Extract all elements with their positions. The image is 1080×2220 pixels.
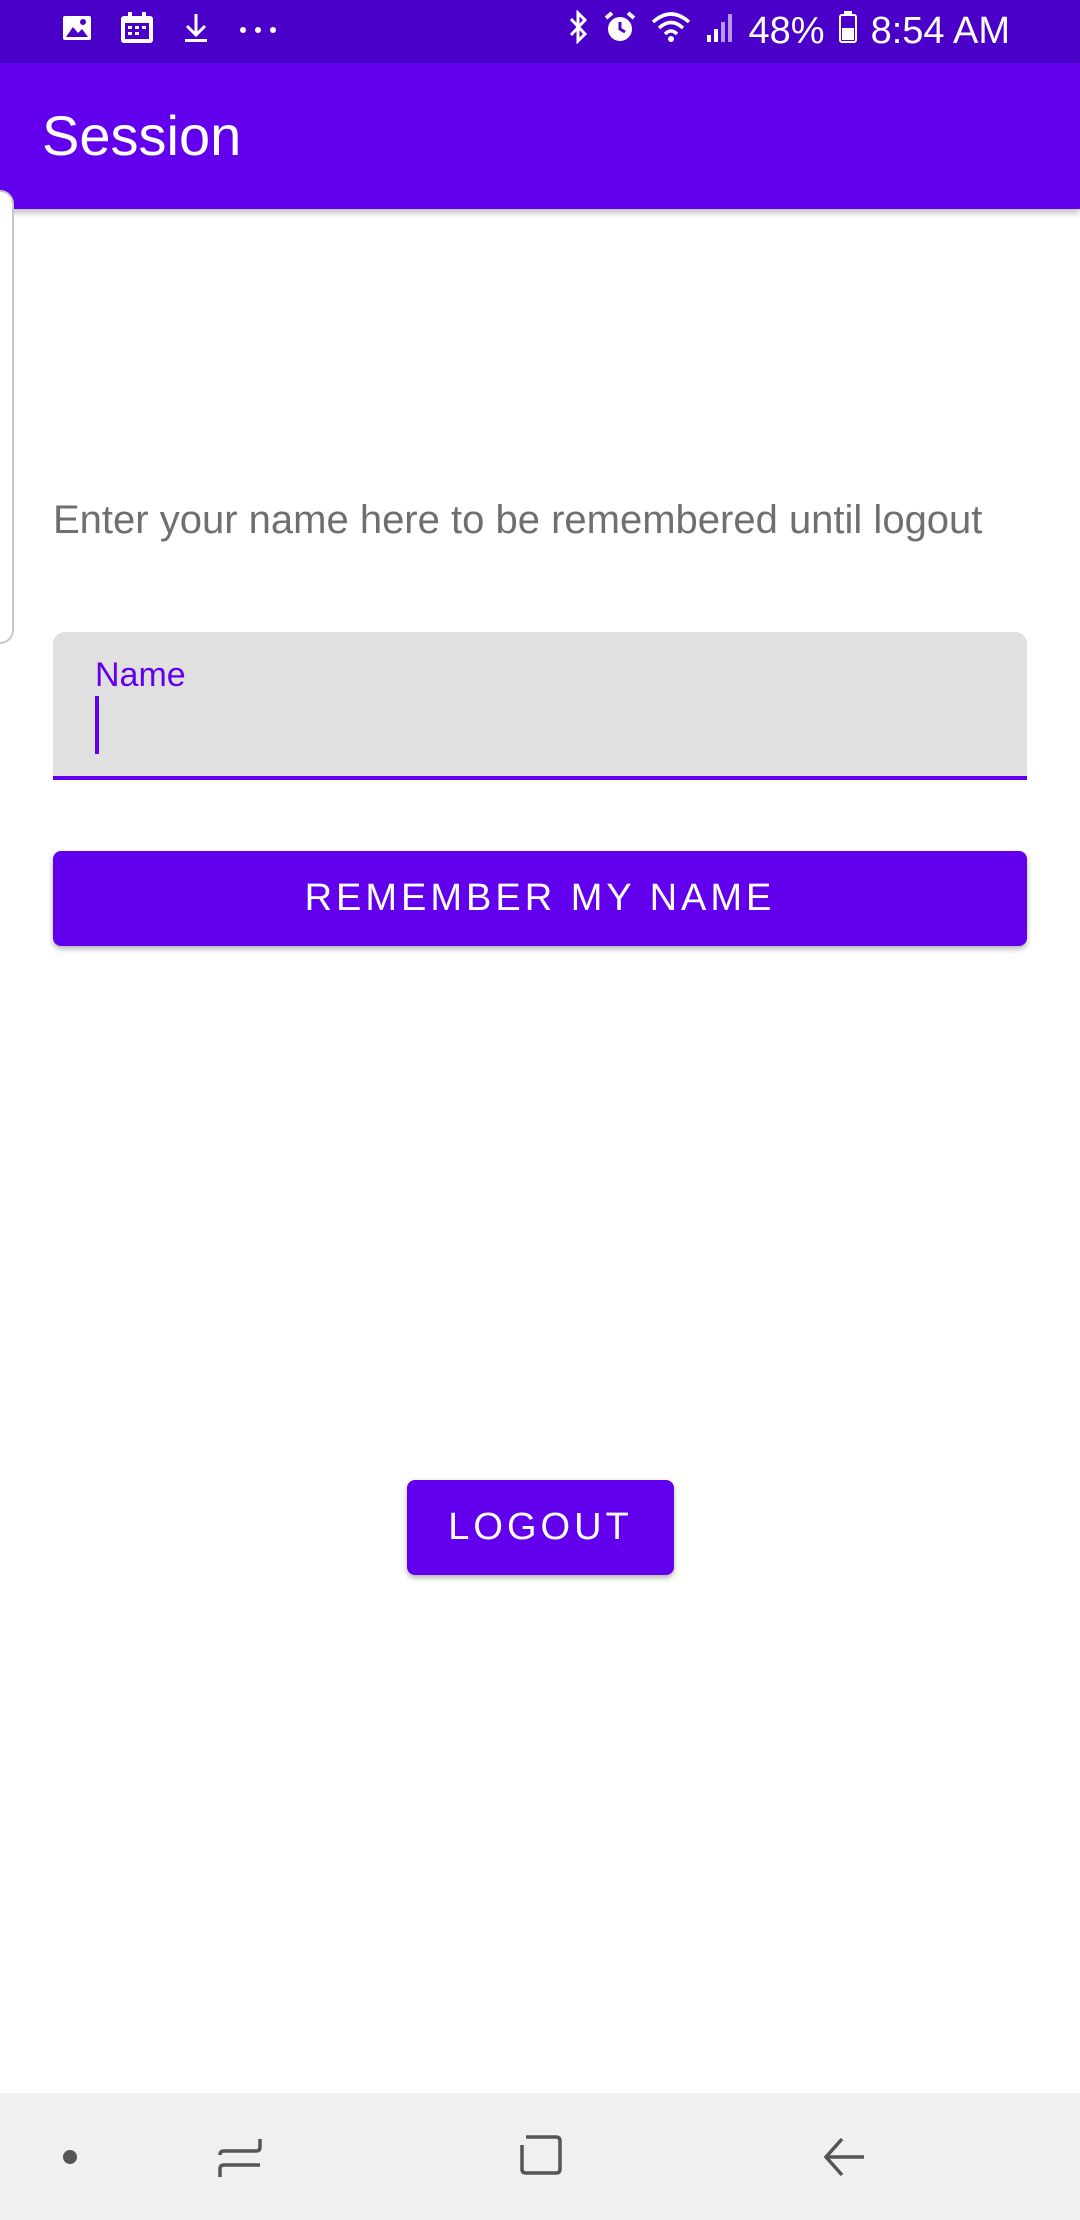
recents-icon[interactable] (200, 2093, 280, 2220)
bluetooth-icon (567, 8, 589, 54)
image-icon (62, 13, 92, 48)
name-field-label: Name (95, 656, 186, 694)
battery-percent: 48% (748, 10, 825, 52)
battery-icon (838, 10, 857, 53)
logout-button[interactable]: Logout (407, 1480, 674, 1575)
name-input[interactable] (95, 714, 975, 764)
status-bar-notifications (62, 12, 278, 49)
instruction-text: Enter your name here to be remembered un… (53, 498, 983, 542)
navigation-bar (0, 2093, 1080, 2220)
home-icon[interactable] (500, 2093, 580, 2220)
remember-name-button[interactable]: Remember my name (53, 851, 1027, 946)
name-field[interactable]: Name (53, 632, 1027, 780)
download-icon (182, 12, 210, 49)
app-bar: Session (0, 63, 1080, 209)
more-dots-icon (238, 22, 278, 40)
edge-panel-handle[interactable] (0, 190, 14, 644)
signal-icon (705, 10, 735, 53)
status-bar: 48% 8:54 AM (0, 0, 1080, 63)
status-bar-system: 48% 8:54 AM (567, 0, 1010, 63)
page-title: Session (42, 104, 242, 167)
wifi-icon (651, 10, 691, 54)
clock: 8:54 AM (870, 10, 1010, 52)
back-icon[interactable] (804, 2093, 884, 2220)
alarm-icon (603, 10, 637, 54)
calendar-icon (120, 12, 154, 49)
dot-icon[interactable] (40, 2093, 100, 2220)
